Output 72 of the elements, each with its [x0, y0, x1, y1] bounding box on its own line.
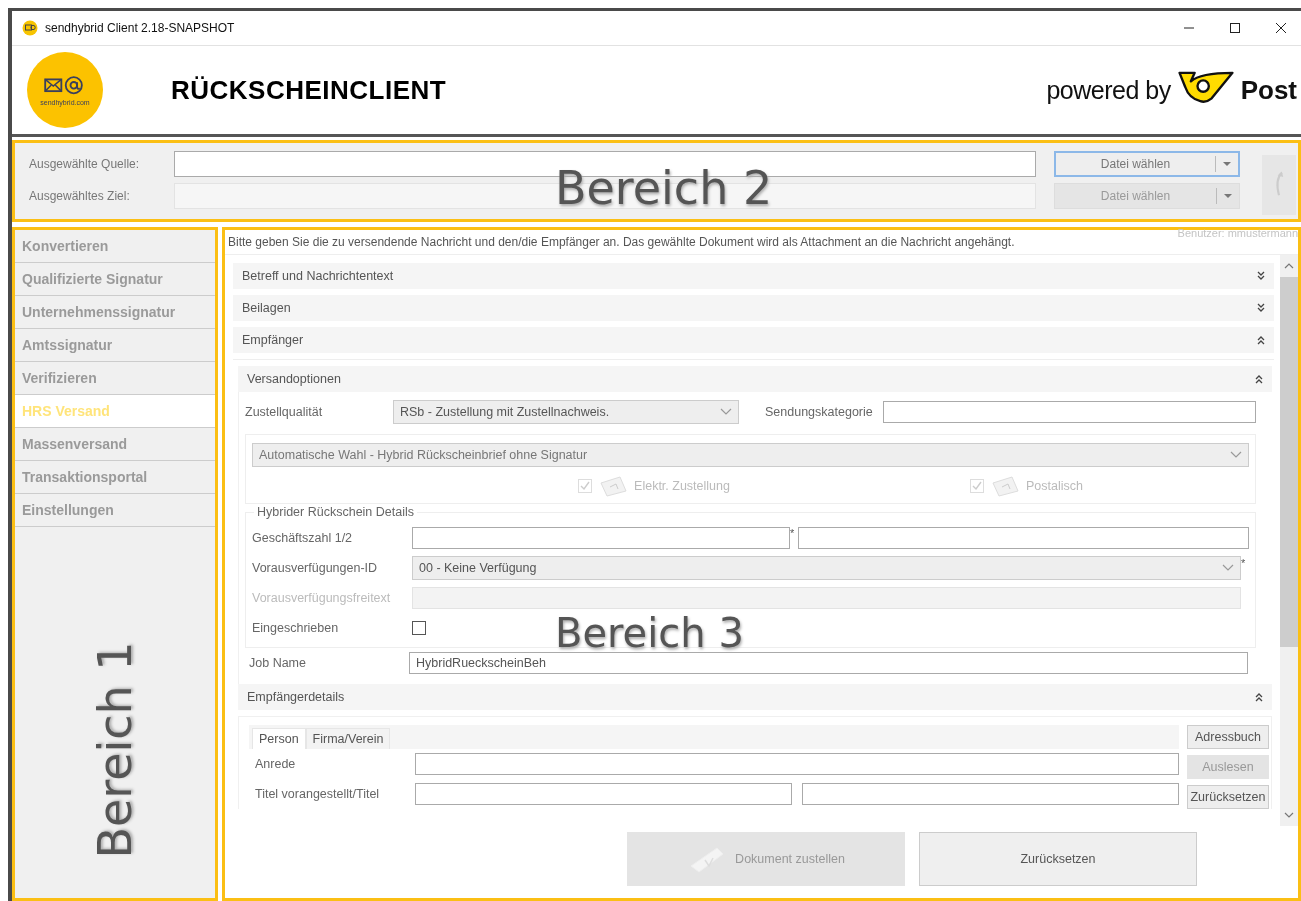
channel-label: Postalisch: [1025, 479, 1083, 493]
tab[interactable]: Firma/Verein: [305, 728, 391, 749]
user-label: Benutzer: mmustermann: [1177, 227, 1298, 239]
double-chevron-icon: [1254, 374, 1264, 384]
double-chevron-icon: [1256, 335, 1266, 345]
group-legend: Hybrider Rückschein Details: [254, 505, 417, 519]
nav-item[interactable]: Einstellungen: [15, 494, 215, 527]
section-header[interactable]: Versandoptionen: [238, 366, 1272, 392]
field-label: Vorausverfügungen-ID: [252, 561, 379, 575]
salutation-field[interactable]: [415, 753, 1179, 775]
double-chevron-icon: [1256, 271, 1266, 281]
field-label: Geschäftszahl 1/2: [252, 531, 354, 545]
app-icon: [22, 20, 38, 36]
choose-file-button[interactable]: Datei wählen: [1054, 151, 1240, 177]
section-header[interactable]: Empfänger: [233, 327, 1274, 353]
envelope-icon: [598, 475, 629, 497]
side-button[interactable]: Adressbuch: [1187, 725, 1269, 749]
section-header[interactable]: Empfängerdetails: [238, 684, 1272, 710]
field-label: Vorausverfügungsfreitext: [252, 591, 392, 605]
scroll-up-icon[interactable]: [1284, 263, 1294, 269]
scroll-down-icon[interactable]: [1284, 812, 1294, 818]
window-title: sendhybrid Client 2.18-SNAPSHOT: [45, 21, 235, 35]
tab[interactable]: Person: [252, 728, 306, 749]
channel-label: Elektr. Zustellung: [634, 479, 730, 493]
powered-by-text: powered by: [1046, 75, 1171, 105]
field-label: Sendungskategorie: [765, 405, 873, 419]
chevron-down-icon: [1222, 564, 1234, 572]
post-horn-logo-icon: [1176, 70, 1235, 104]
dropdown-arrow-icon: [1223, 193, 1233, 199]
title-prefix-field[interactable]: [415, 783, 792, 805]
envelope-icon: [989, 475, 1020, 497]
field-label: Zustellqualität: [245, 405, 324, 419]
instruction-id-dropdown[interactable]: 00 - Keine Verfügung: [412, 556, 1241, 580]
instruction-text: Bitte geben Sie die zu versendende Nachricht und den/die Empfänger an. Das gewählte Dokument wird als Attachment an die Nachricht angehängt.: [228, 235, 1015, 249]
section-header[interactable]: Betreff und Nachrichtentext: [233, 263, 1274, 289]
category-field[interactable]: [882, 401, 1256, 423]
app-heading: RÜCKSCHEINCLIENT: [171, 74, 447, 106]
chevron-down-icon: [720, 408, 732, 416]
nav-item[interactable]: Qualifizierte Signatur: [15, 263, 215, 296]
checkbox[interactable]: [412, 621, 426, 635]
job-name-field[interactable]: HybridRueckscheinBeh: [409, 652, 1248, 674]
field-label: Job Name: [249, 656, 307, 670]
nav-item[interactable]: Unternehmenssignatur: [15, 296, 215, 329]
area-annotation: Bereich 3: [555, 613, 744, 653]
scrollbar[interactable]: [1280, 255, 1298, 826]
reference-number-field[interactable]: [798, 527, 1249, 549]
section-header[interactable]: Beilagen: [233, 295, 1274, 321]
double-chevron-icon: [1254, 692, 1264, 702]
nav-item[interactable]: Massenversand: [15, 428, 215, 461]
nav-item[interactable]: Konvertieren: [15, 230, 215, 263]
field-label: Titel vorangestellt/Titel: [255, 787, 381, 801]
side-button[interactable]: Zurücksetzen: [1187, 785, 1269, 809]
area-annotation: Bereich 2: [555, 165, 773, 211]
field-label: Ausgewähltes Ziel:: [29, 189, 131, 203]
nav-item[interactable]: Transaktionsportal: [15, 461, 215, 494]
post-brand-text: Post: [1240, 74, 1297, 106]
required-mark: *: [790, 527, 796, 539]
field-label: Anrede: [255, 757, 297, 771]
chevron-down-icon: [1230, 451, 1242, 459]
dropdown-arrow-icon: [1222, 161, 1232, 167]
delivery-quality-dropdown[interactable]: RSb - Zustellung mit Zustellnachweis.: [393, 400, 739, 424]
reset-button[interactable]: Zurücksetzen: [919, 832, 1197, 886]
double-chevron-icon: [1256, 303, 1266, 313]
maximize-icon[interactable]: [1229, 22, 1241, 34]
title-suffix-field[interactable]: [802, 783, 1179, 805]
field-label: Eingeschrieben: [252, 621, 340, 635]
nav-item[interactable]: Amtssignatur: [15, 329, 215, 362]
close-icon[interactable]: [1275, 22, 1287, 34]
field-label: Ausgewählte Quelle:: [29, 157, 141, 171]
area-annotation: Bereich 1: [92, 641, 138, 859]
required-mark: *: [1241, 557, 1247, 569]
reference-number-field[interactable]: [412, 527, 791, 549]
